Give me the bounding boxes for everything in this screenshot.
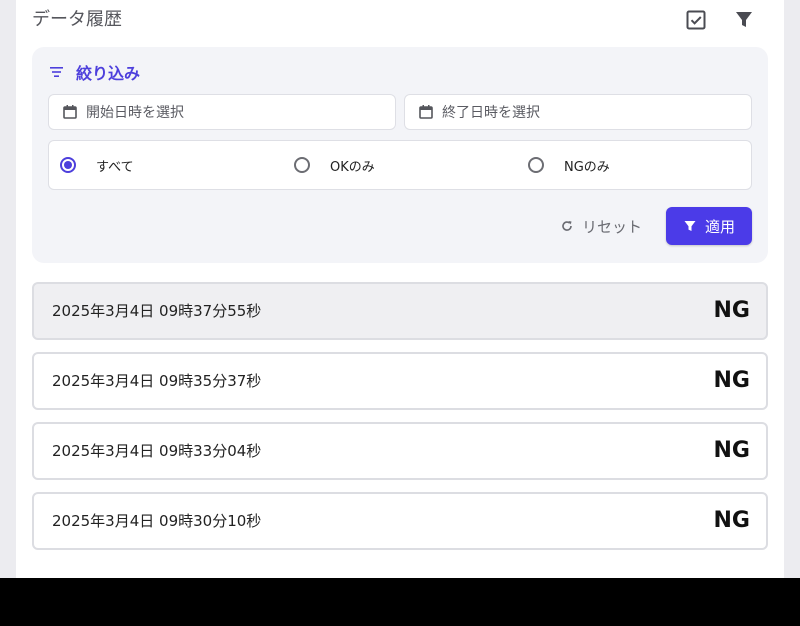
funnel-icon[interactable] [732, 8, 756, 32]
radio-all-circle[interactable] [60, 157, 76, 173]
record-timestamp: 2025年3月4日 09時37分55秒 [52, 302, 262, 320]
record-row[interactable]: 2025年3月4日 09時35分37秒 NG [32, 352, 768, 410]
apply-button-label: 適用 [704, 217, 735, 236]
radio-ok-only-circle[interactable] [294, 157, 310, 173]
record-row[interactable]: 2025年3月4日 09時33分04秒 NG [32, 422, 768, 480]
radio-ng-only-label: NGのみ [564, 159, 610, 175]
radio-ng-only[interactable]: NGのみ [528, 141, 610, 189]
filter-heading-label: 絞り込み [76, 64, 141, 83]
refresh-icon [562, 221, 572, 231]
radio-ok-only[interactable]: OKのみ [294, 141, 375, 189]
radio-ok-only-label: OKのみ [330, 159, 375, 175]
start-date-placeholder: 開始日時を選択 [86, 105, 184, 121]
end-date-field[interactable]: 終了日時を選択 [404, 94, 752, 130]
calendar-icon [419, 105, 433, 119]
radio-ng-only-circle[interactable] [528, 157, 544, 173]
start-date-field[interactable]: 開始日時を選択 [48, 94, 396, 130]
checkbox-checked-icon[interactable] [684, 8, 708, 32]
end-date-placeholder: 終了日時を選択 [442, 105, 540, 121]
record-row[interactable]: 2025年3月4日 09時30分10秒 NG [32, 492, 768, 550]
page-title: データ履歴 [32, 9, 122, 30]
apply-button[interactable]: 適用 [666, 207, 752, 245]
radio-all[interactable]: すべて [60, 141, 134, 189]
record-timestamp: 2025年3月4日 09時33分04秒 [52, 442, 262, 460]
record-result-badge: NG [713, 298, 750, 323]
record-timestamp: 2025年3月4日 09時30分10秒 [52, 512, 262, 530]
funnel-icon [684, 221, 696, 231]
record-timestamp: 2025年3月4日 09時35分37秒 [52, 372, 262, 390]
reset-button[interactable]: リセット [560, 210, 642, 242]
reset-button-label: リセット [582, 217, 643, 236]
record-row[interactable]: 2025年3月4日 09時37分55秒 NG [32, 282, 768, 340]
app-screen: データ履歴 絞り込み 開始日時を選択 終了日時を選択 すべて OKのみ NGのみ… [0, 0, 800, 578]
record-result-badge: NG [713, 438, 750, 463]
filter-heading: 絞り込み [48, 60, 140, 84]
record-result-badge: NG [713, 508, 750, 533]
record-result-badge: NG [713, 368, 750, 393]
radio-all-label: すべて [96, 159, 134, 175]
calendar-icon [63, 105, 77, 119]
result-filter-radio-group: すべて OKのみ NGのみ [48, 140, 752, 190]
filter-list-icon [50, 67, 63, 77]
